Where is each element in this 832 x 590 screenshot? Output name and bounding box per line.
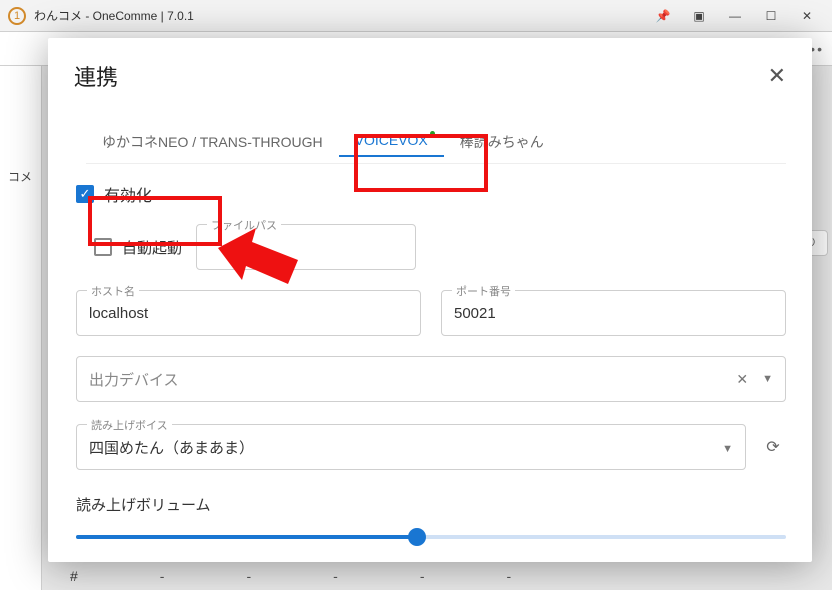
voice-refresh-button[interactable]: ⟳ bbox=[760, 434, 786, 460]
chevron-down-icon[interactable]: ▼ bbox=[722, 443, 733, 455]
side-label: コメ bbox=[8, 168, 32, 185]
status-hash: # bbox=[70, 568, 78, 584]
enable-label: 有効化 bbox=[104, 182, 152, 206]
voice-value: 四国めたん（あまあま） bbox=[89, 437, 254, 458]
status-dash: - bbox=[420, 568, 425, 584]
status-dash: - bbox=[160, 568, 165, 584]
tab-bouyomi[interactable]: 棒読みちゃん bbox=[444, 124, 560, 160]
tab-label: ゆかコネNEO / TRANS-THROUGH bbox=[102, 134, 323, 150]
integration-modal: 連携 ✕ ゆかコネNEO / TRANS-THROUGH VOICEVOX 棒読… bbox=[48, 38, 812, 562]
slider-thumb[interactable] bbox=[408, 528, 426, 546]
enable-checkbox[interactable]: ✓ bbox=[76, 185, 94, 203]
tab-label: VOICEVOX bbox=[355, 132, 428, 148]
filepath-label: ファイルパス bbox=[207, 217, 281, 233]
enable-row[interactable]: ✓ 有効化 bbox=[76, 182, 786, 206]
status-dash: - bbox=[333, 568, 338, 584]
volume-slider[interactable] bbox=[76, 525, 786, 549]
port-field[interactable]: ポート番号 50021 bbox=[441, 290, 786, 336]
side-column bbox=[0, 66, 42, 590]
output-device-select[interactable]: 出力デバイス ✕ ▼ bbox=[76, 356, 786, 402]
modal-close-button[interactable]: ✕ bbox=[768, 65, 786, 87]
tab-voicevox[interactable]: VOICEVOX bbox=[339, 124, 444, 156]
port-value: 50021 bbox=[454, 305, 496, 322]
tab-label: 棒読みちゃん bbox=[460, 134, 544, 150]
filepath-field[interactable]: ファイルパス bbox=[196, 224, 416, 270]
window-titlebar: 1 わんコメ - OneComme | 7.0.1 📌 ▣ ― ☐ ✕ bbox=[0, 0, 832, 32]
output-device-placeholder: 出力デバイス bbox=[89, 369, 179, 390]
port-label: ポート番号 bbox=[452, 283, 515, 299]
voice-label: 読み上げボイス bbox=[87, 417, 172, 433]
chevron-down-icon[interactable]: ▼ bbox=[762, 373, 773, 385]
close-icon[interactable]: ✕ bbox=[790, 4, 824, 28]
voice-select[interactable]: 読み上げボイス 四国めたん（あまあま） ▼ bbox=[76, 424, 746, 470]
status-dash: - bbox=[246, 568, 251, 584]
tab-bar: ゆかコネNEO / TRANS-THROUGH VOICEVOX 棒読みちゃん bbox=[86, 124, 786, 164]
clear-icon[interactable]: ✕ bbox=[736, 371, 748, 388]
auto-launch-row[interactable]: 自動起動 bbox=[94, 237, 182, 258]
auto-launch-label: 自動起動 bbox=[122, 237, 182, 258]
slider-fill bbox=[76, 535, 417, 539]
maximize-icon[interactable]: ☐ bbox=[754, 4, 788, 28]
pin-icon[interactable]: 📌 bbox=[646, 4, 680, 28]
tab-yukacone[interactable]: ゆかコネNEO / TRANS-THROUGH bbox=[86, 124, 339, 160]
status-bar: # - - - - - bbox=[70, 568, 822, 584]
window-title: わんコメ - OneComme | 7.0.1 bbox=[34, 7, 194, 24]
picture-in-picture-icon[interactable]: ▣ bbox=[682, 4, 716, 28]
status-dash: - bbox=[506, 568, 511, 584]
host-value: localhost bbox=[89, 305, 148, 322]
app-icon: 1 bbox=[8, 7, 26, 25]
indicator-dot-icon bbox=[430, 131, 435, 136]
window-controls: 📌 ▣ ― ☐ ✕ bbox=[646, 4, 824, 28]
volume-label: 読み上げボリューム bbox=[76, 494, 786, 515]
host-label: ホスト名 bbox=[87, 283, 139, 299]
minimize-icon[interactable]: ― bbox=[718, 4, 752, 28]
modal-title: 連携 bbox=[74, 60, 118, 92]
auto-launch-checkbox[interactable] bbox=[94, 238, 112, 256]
host-field[interactable]: ホスト名 localhost bbox=[76, 290, 421, 336]
